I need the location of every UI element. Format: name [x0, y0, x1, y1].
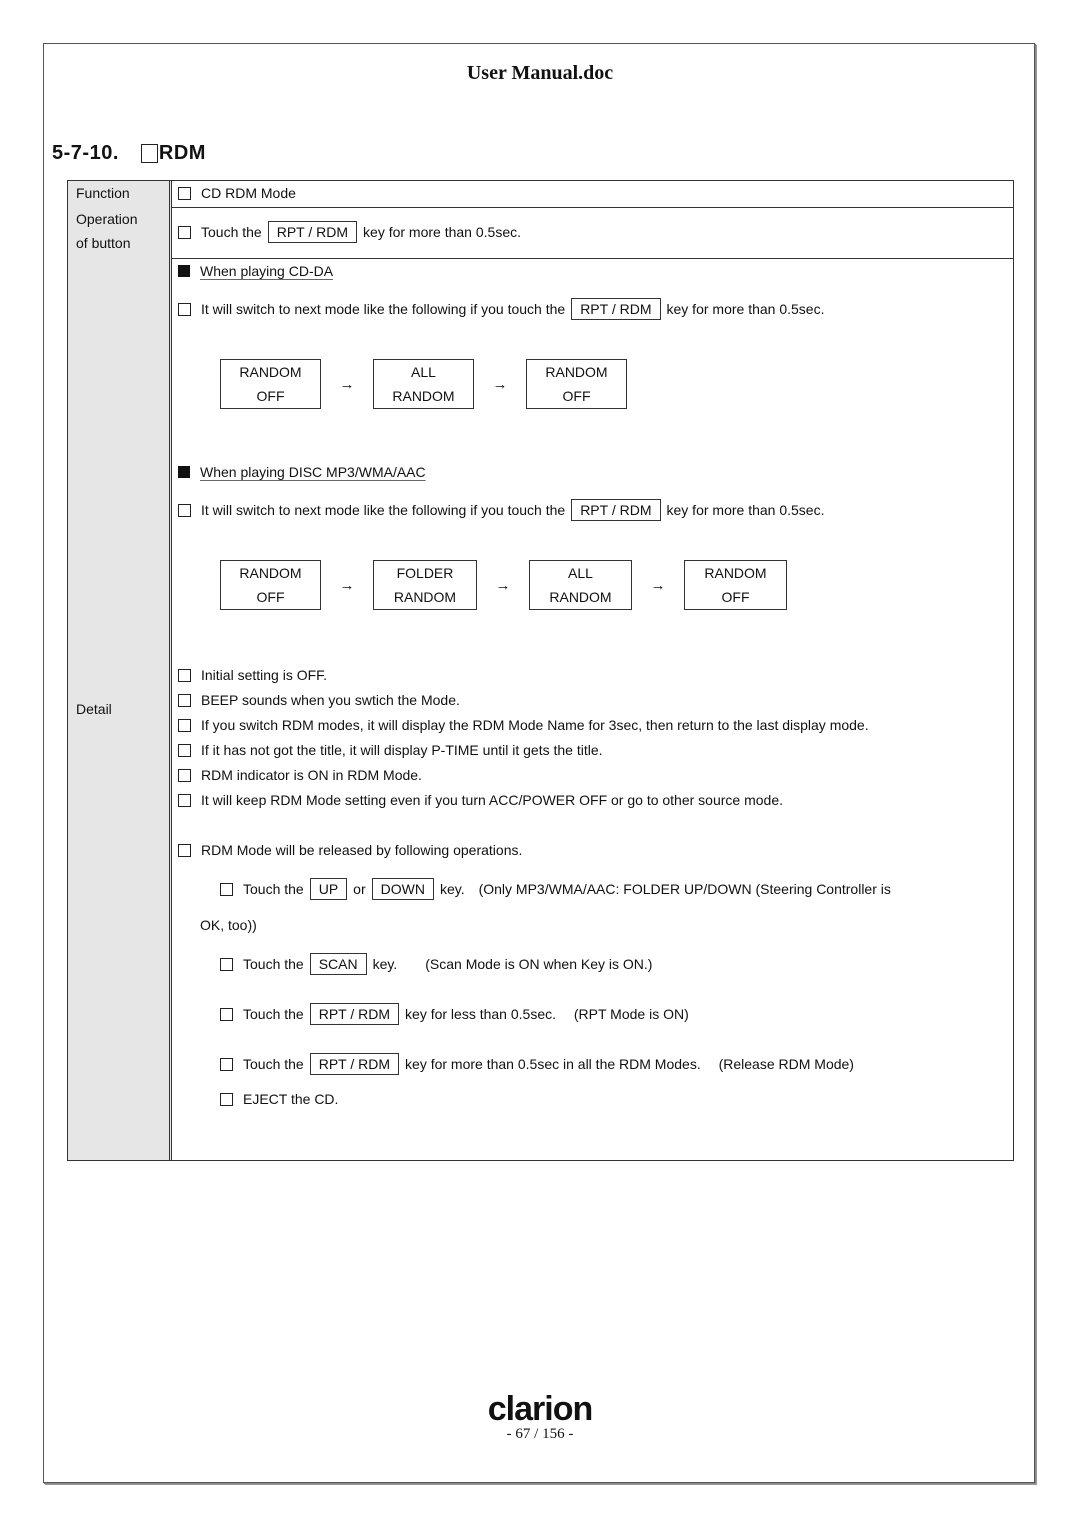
release-item-up-down-cont: OK, too)): [200, 917, 257, 933]
cdda-mode-flow: RANDOM OFF → ALL RANDOM → RANDOM OFF: [220, 359, 627, 409]
release-item-eject: EJECT the CD.: [220, 1091, 338, 1107]
note-item: Initial setting is OFF.: [178, 667, 327, 683]
checkbox-icon: [178, 303, 191, 316]
rpt-rdm-key: RPT / RDM: [309, 1053, 400, 1075]
mode-box: ALL RANDOM: [529, 560, 632, 610]
checkbox-icon: [220, 958, 233, 971]
mp3-heading: When playing DISC MP3/WMA/AAC: [178, 464, 426, 480]
mode-box: FOLDER RANDOM: [373, 560, 477, 610]
checkbox-icon: [178, 794, 191, 807]
note-item: If it has not got the title, it will dis…: [178, 742, 603, 758]
checkbox-icon: [178, 226, 191, 239]
note-item: BEEP sounds when you swtich the Mode.: [178, 692, 460, 708]
checkbox-icon: [178, 769, 191, 782]
mode-box: ALL RANDOM: [373, 359, 474, 409]
section-heading: 5-7-10. RDM: [52, 142, 206, 165]
arrow-right-icon: →: [492, 375, 508, 393]
checkbox-icon: [178, 719, 191, 732]
checkbox-icon: [178, 744, 191, 757]
function-row: Function CD RDM Mode: [68, 181, 1013, 208]
checkbox-icon: [220, 1008, 233, 1021]
arrow-right-icon: →: [650, 576, 666, 594]
section-number: 5-7-10.: [52, 142, 119, 164]
operation-row: Operation of button Touch the RPT / RDM ke…: [68, 207, 1013, 259]
note-item: It will keep RDM Mode setting even if yo…: [178, 792, 783, 808]
checkbox-icon: [178, 669, 191, 682]
function-cell: CD RDM Mode: [172, 181, 1013, 207]
detail-row: Detail When playing CD-DA It will switch…: [68, 258, 1013, 1160]
filled-square-icon: [178, 466, 190, 478]
release-heading: RDM Mode will be released by following o…: [178, 842, 522, 858]
mode-box: RANDOM OFF: [220, 560, 321, 610]
document-title: User Manual.doc: [466, 62, 614, 84]
checkbox-icon: [140, 144, 158, 163]
function-value: CD RDM Mode: [201, 185, 296, 201]
operation-label: Operation of button: [68, 207, 172, 258]
release-item-rpt-long: Touch the RPT / RDM key for more than 0.5s…: [220, 1053, 854, 1075]
checkbox-icon: [220, 1093, 233, 1106]
mp3-mode-flow: RANDOM OFF → FOLDER RANDOM → ALL RANDOM → R…: [220, 560, 787, 610]
detail-label: Detail: [68, 258, 172, 1160]
detail-cell: When playing CD-DA It will switch to nex…: [172, 258, 1013, 1160]
mode-box: RANDOM OFF: [684, 560, 787, 610]
checkbox-icon: [178, 187, 191, 200]
rpt-rdm-key: RPT / RDM: [309, 1003, 400, 1025]
up-key: UP: [309, 878, 348, 900]
arrow-right-icon: →: [339, 375, 355, 393]
filled-square-icon: [178, 265, 190, 277]
release-item-rpt-short: Touch the RPT / RDM key for less than 0.5s…: [220, 1003, 689, 1025]
checkbox-icon: [178, 694, 191, 707]
cdda-instruction: It will switch to next mode like the fol…: [178, 298, 824, 320]
mode-box: RANDOM OFF: [220, 359, 321, 409]
cdda-heading: When playing CD-DA: [178, 263, 333, 279]
mp3-instruction: It will switch to next mode like the fol…: [178, 499, 824, 521]
checkbox-icon: [178, 504, 191, 517]
rpt-rdm-key: RPT / RDM: [267, 221, 358, 243]
mode-box: RANDOM OFF: [526, 359, 627, 409]
arrow-right-icon: →: [339, 576, 355, 594]
checkbox-icon: [220, 1058, 233, 1071]
checkbox-icon: [220, 883, 233, 896]
section-title: RDM: [158, 142, 206, 164]
spec-table: Function CD RDM Mode Operation of button…: [67, 180, 1014, 1161]
rpt-rdm-key: RPT / RDM: [571, 499, 661, 521]
down-key: DOWN: [371, 878, 434, 900]
rpt-rdm-key: RPT / RDM: [571, 298, 661, 320]
note-item: RDM indicator is ON in RDM Mode.: [178, 767, 422, 783]
release-item-up-down: Touch the UP or DOWN key. (Only MP3/WMA/AAC:…: [220, 878, 891, 900]
release-item-scan: Touch the SCAN key. (Scan Mode is ON when …: [220, 953, 652, 975]
scan-key: SCAN: [309, 953, 367, 975]
operation-cell: Touch the RPT / RDM key for more than 0.5s…: [172, 207, 1013, 258]
page-number: - 67 / 156 -: [506, 1426, 574, 1442]
arrow-right-icon: →: [495, 576, 511, 594]
note-item: If you switch RDM modes, it will display…: [178, 717, 869, 733]
clarion-logo: clarion: [487, 1390, 593, 1428]
function-label: Function: [68, 181, 172, 207]
checkbox-icon: [178, 844, 191, 857]
